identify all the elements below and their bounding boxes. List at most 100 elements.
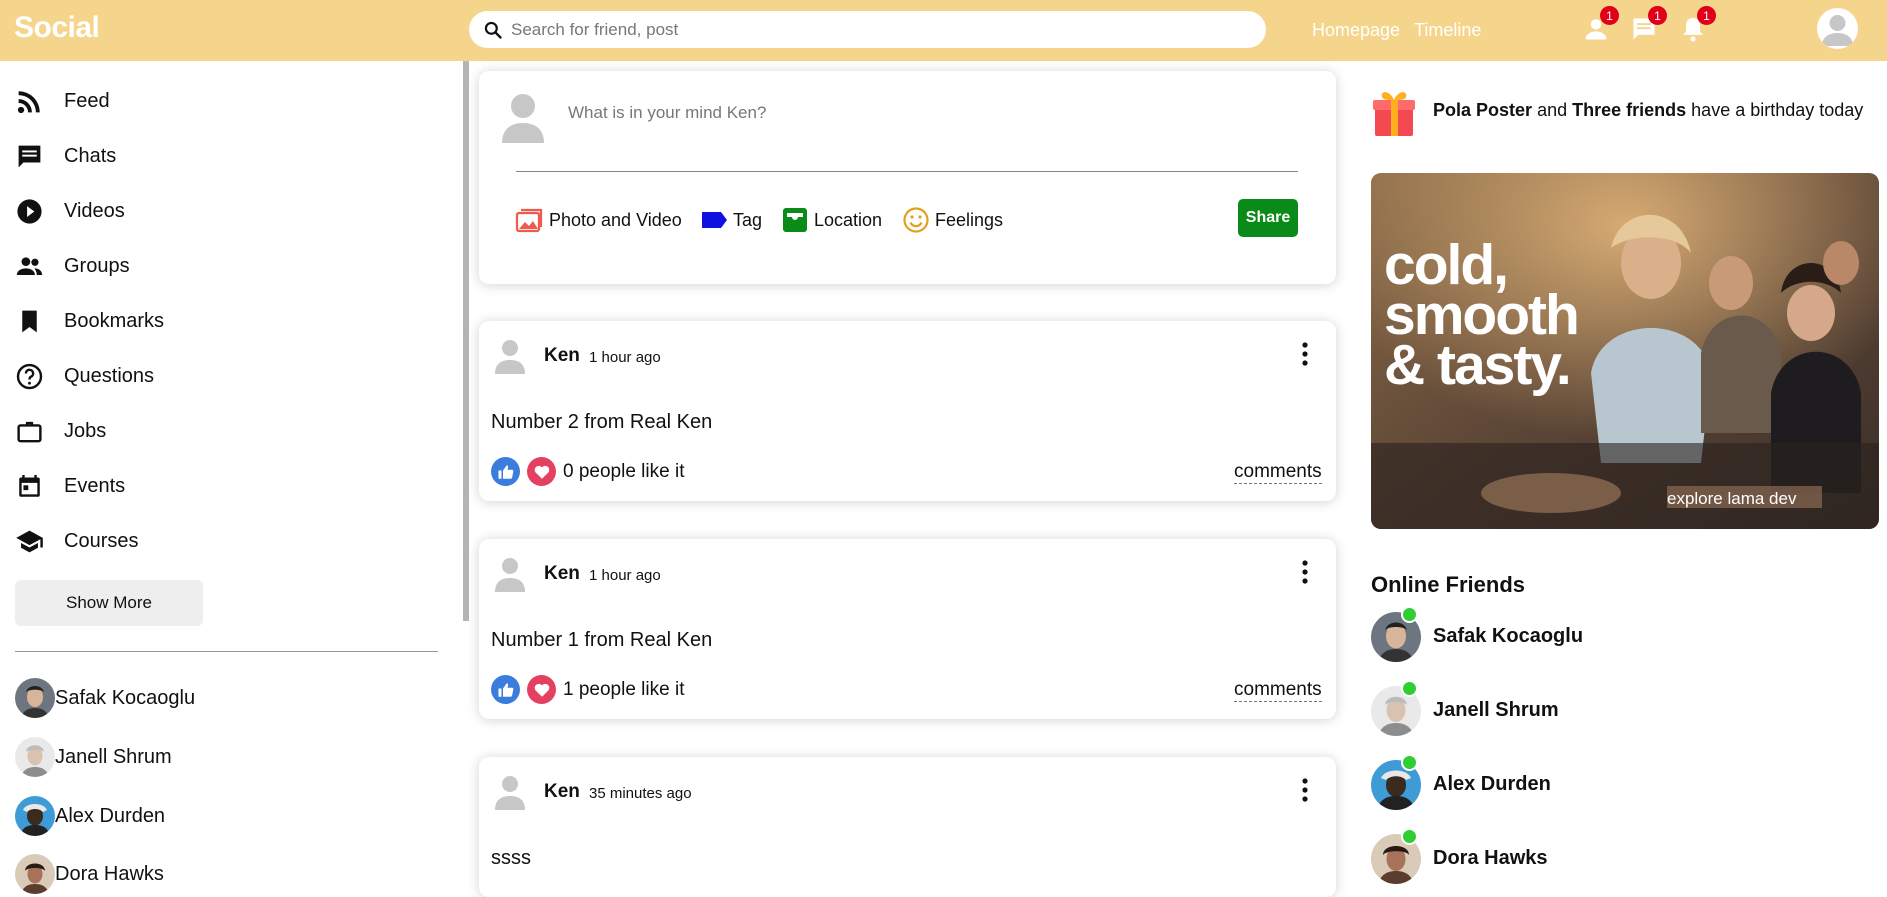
friend-item[interactable]: Janell Shrum (15, 737, 172, 777)
friend-item[interactable]: Dora Hawks (15, 854, 164, 894)
more-options-icon[interactable] (1301, 341, 1309, 367)
post-time: 1 hour ago (589, 567, 661, 584)
like-button[interactable] (491, 675, 520, 704)
profile-avatar[interactable] (1817, 8, 1858, 49)
ad-headline: cold, smooth & tasty. (1384, 237, 1580, 394)
calendar-icon (19, 474, 40, 497)
comments-link[interactable]: comments (1234, 461, 1322, 484)
logo[interactable]: Social (14, 11, 100, 45)
comments-link[interactable]: comments (1234, 679, 1322, 702)
photo-icon (515, 208, 543, 233)
thumbs-up-icon (498, 464, 513, 479)
search-bar[interactable] (469, 11, 1266, 48)
post-username[interactable]: Ken (544, 781, 580, 803)
love-button[interactable] (527, 457, 556, 486)
post-text: ssss (491, 847, 531, 869)
homepage-link[interactable]: Homepage (1312, 20, 1400, 41)
sidebar-item-label: Jobs (64, 419, 107, 442)
avatar[interactable] (494, 337, 526, 375)
location-icon (783, 208, 807, 232)
share-card: Photo and Video Tag Location Feelings Sh… (479, 71, 1336, 284)
birthday-notice: Pola Poster and Three friends have a bir… (1372, 86, 1863, 138)
online-friend-item[interactable]: Dora Hawks (1371, 828, 1548, 884)
sidebar-item-courses[interactable]: Courses (15, 526, 138, 556)
sidebar-item-bookmarks[interactable]: Bookmarks (15, 306, 164, 336)
online-friend-name: Janell Shrum (1433, 699, 1559, 721)
avatar (1371, 680, 1421, 736)
avatar[interactable] (494, 773, 526, 811)
share-input[interactable] (568, 103, 1268, 123)
avatar[interactable] (494, 555, 526, 593)
sidebar-item-events[interactable]: Events (15, 471, 125, 501)
online-friends-title: Online Friends (1371, 572, 1526, 597)
friend-name: Alex Durden (55, 804, 166, 827)
sidebar-item-questions[interactable]: Questions (15, 361, 154, 391)
online-friend-name: Dora Hawks (1433, 847, 1548, 869)
more-options-icon[interactable] (1301, 777, 1309, 803)
post-time: 35 minutes ago (589, 785, 692, 802)
notifications-badge: 1 (1697, 6, 1716, 25)
tag-option[interactable]: Tag (699, 205, 762, 235)
sidebar-item-label: Events (64, 474, 126, 497)
photo-video-option[interactable]: Photo and Video (515, 205, 682, 235)
option-label: Photo and Video (549, 209, 682, 230)
online-friend-item[interactable]: Alex Durden (1371, 754, 1551, 810)
ad-banner[interactable]: cold, smooth & tasty. explore lama dev (1371, 173, 1879, 529)
online-friend-item[interactable]: Janell Shrum (1371, 680, 1559, 736)
heart-icon (534, 683, 549, 697)
feelings-option[interactable]: Feelings (901, 205, 1003, 235)
notifications-button[interactable]: 1 (1679, 6, 1716, 43)
help-icon (16, 363, 43, 389)
like-button[interactable] (491, 457, 520, 486)
avatar (15, 854, 55, 894)
sidebar-item-videos[interactable]: Videos (15, 196, 125, 226)
thumbs-up-icon (498, 682, 513, 697)
sidebar-item-jobs[interactable]: Jobs (15, 416, 106, 446)
post-username[interactable]: Ken (544, 345, 580, 367)
share-button[interactable]: Share (1238, 199, 1298, 237)
avatar (1371, 606, 1421, 662)
play-circle-icon (17, 198, 42, 224)
avatar (501, 91, 545, 145)
messages-button[interactable]: 1 (1630, 6, 1667, 43)
post-text: Number 1 from Real Ken (491, 629, 713, 651)
sidebar-item-label: Groups (64, 254, 130, 277)
timeline-link[interactable]: Timeline (1414, 20, 1481, 41)
birthday-text: Pola Poster and Three friends have a bir… (1433, 100, 1863, 121)
show-more-button[interactable]: Show More (15, 580, 203, 626)
search-input[interactable] (511, 19, 1231, 40)
sidebar-item-feed[interactable]: Feed (15, 86, 110, 116)
friend-name: Janell Shrum (55, 745, 172, 768)
divider (516, 171, 1298, 172)
briefcase-icon (17, 421, 42, 442)
messages-badge: 1 (1648, 6, 1667, 25)
birthday-name1[interactable]: Pola Poster (1433, 100, 1532, 120)
online-indicator (1401, 754, 1418, 771)
friend-item[interactable]: Alex Durden (15, 796, 165, 836)
like-count: 1 people like it (563, 679, 685, 700)
topbar: Social Homepage Timeline 1 1 1 (0, 0, 1887, 61)
option-label: Location (814, 209, 883, 230)
love-button[interactable] (527, 675, 556, 704)
avatar (15, 796, 55, 836)
online-friend-item[interactable]: Safak Kocaoglu (1371, 606, 1583, 662)
birthday-name2[interactable]: Three friends (1572, 100, 1686, 120)
scrollbar[interactable] (463, 61, 469, 621)
location-option[interactable]: Location (780, 205, 882, 235)
online-indicator (1401, 680, 1418, 697)
friend-item[interactable]: Safak Kocaoglu (15, 678, 195, 718)
ad-tagline: explore lama dev (1667, 489, 1797, 508)
post-username[interactable]: Ken (544, 563, 580, 585)
sidebar-item-groups[interactable]: Groups (15, 251, 130, 281)
rss-feed-icon (17, 90, 40, 113)
option-label: Feelings (935, 209, 1004, 230)
friend-name: Dora Hawks (55, 862, 164, 885)
friend-requests-badge: 1 (1600, 6, 1619, 25)
online-friend-name: Safak Kocaoglu (1433, 625, 1584, 647)
friend-requests-button[interactable]: 1 (1582, 6, 1619, 43)
sidebar-item-chats[interactable]: Chats (15, 141, 116, 171)
sidebar-item-label: Courses (64, 529, 139, 552)
left-sidebar: Feed Chats Videos Groups Bookmarks Quest… (0, 61, 456, 894)
bookmark-icon (22, 310, 37, 332)
more-options-icon[interactable] (1301, 559, 1309, 585)
